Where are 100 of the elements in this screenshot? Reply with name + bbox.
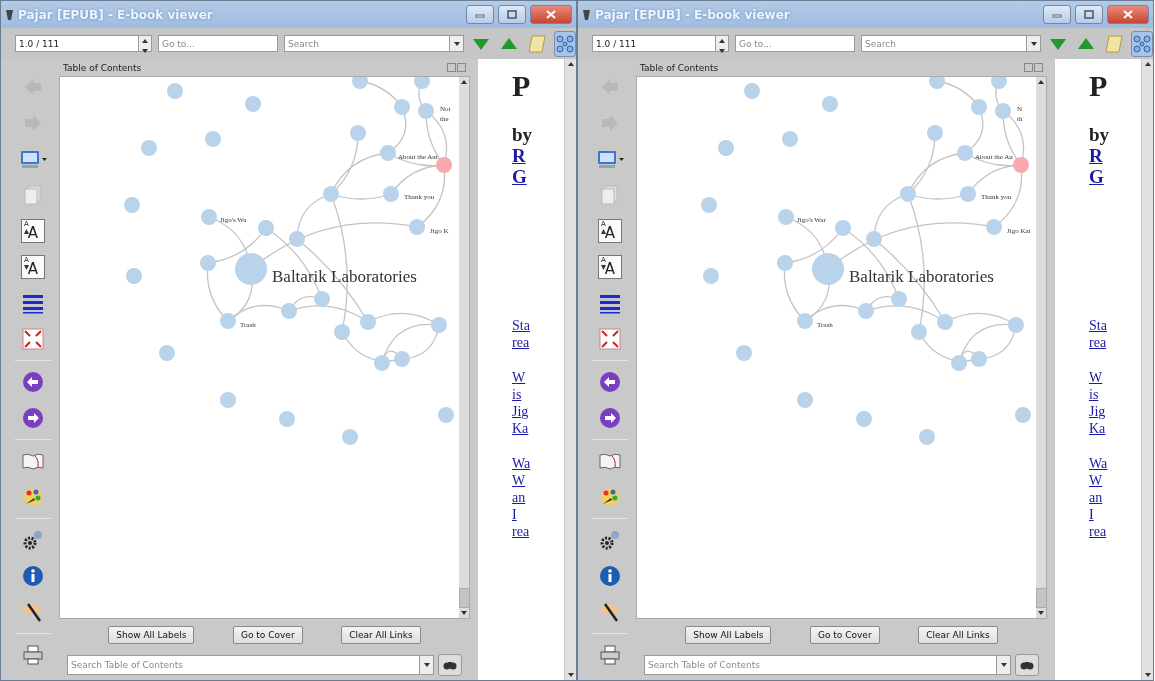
graph-node[interactable] — [281, 303, 297, 319]
graph-node[interactable] — [856, 411, 872, 427]
maximize-button[interactable] — [498, 5, 526, 24]
chapter-link[interactable]: Ka — [1089, 420, 1141, 437]
close-button[interactable] — [530, 5, 572, 24]
graph-node[interactable] — [995, 103, 1011, 119]
gears-button-icon[interactable] — [599, 529, 621, 551]
graph-node[interactable] — [971, 99, 987, 115]
graph-node[interactable] — [323, 186, 339, 202]
graph-node[interactable] — [937, 314, 953, 330]
graph-node[interactable] — [927, 125, 943, 141]
graph-node[interactable] — [418, 103, 434, 119]
chapter-link[interactable]: W — [1089, 472, 1141, 489]
graph-node[interactable] — [797, 313, 813, 329]
graph-node[interactable] — [960, 186, 976, 202]
info-button-icon[interactable] — [22, 565, 44, 587]
chapter-link[interactable]: rea — [512, 334, 564, 351]
chapter-link[interactable]: an — [512, 489, 564, 506]
tools-button-icon[interactable] — [599, 601, 621, 623]
graph-node[interactable] — [866, 231, 882, 247]
chapter-link[interactable]: W — [512, 369, 564, 386]
graph-node[interactable] — [141, 140, 157, 156]
lines-button-icon[interactable] — [599, 292, 621, 314]
graph-node[interactable] — [991, 77, 1007, 89]
go-to-field[interactable]: Go to... — [735, 35, 855, 52]
dropdown-button[interactable] — [420, 655, 434, 675]
graph-node[interactable] — [352, 77, 368, 89]
chapter-link[interactable]: is — [1089, 386, 1141, 403]
scrollbar[interactable] — [1036, 77, 1046, 618]
author-link[interactable]: R — [1089, 145, 1141, 166]
graph-node[interactable] — [200, 255, 216, 271]
pages-button-icon[interactable] — [599, 184, 621, 206]
previous-circle-button-icon[interactable] — [599, 371, 621, 393]
panel-button[interactable]: Show All Labels — [108, 625, 195, 644]
chapter-link[interactable]: an — [1089, 489, 1141, 506]
graph-node[interactable] — [1015, 407, 1031, 423]
graph-label[interactable]: Baltarik Laboratories — [849, 266, 994, 286]
author-link[interactable]: R — [512, 145, 564, 166]
chapter-link[interactable]: Jig — [1089, 403, 1141, 420]
close-button[interactable] — [1107, 5, 1149, 24]
chapter-link[interactable]: rea — [1089, 523, 1141, 540]
chapter-link[interactable]: Sta — [512, 317, 564, 334]
toc-search-field[interactable]: Search Table of Contents — [67, 655, 420, 675]
lines-button-icon[interactable] — [22, 292, 44, 314]
spin-buttons[interactable] — [716, 35, 729, 52]
panel-button[interactable]: Go to Cover — [810, 625, 880, 644]
tools-button-icon[interactable] — [22, 601, 44, 623]
graph-node[interactable] — [394, 351, 410, 367]
monitor-button-icon[interactable] — [596, 148, 624, 170]
chapter-link[interactable]: rea — [1089, 334, 1141, 351]
printer-button-icon[interactable] — [22, 644, 44, 666]
page-scrollbar[interactable] — [1141, 59, 1153, 680]
minimize-button[interactable] — [1043, 5, 1071, 24]
spin-buttons[interactable] — [139, 35, 152, 52]
graph-node[interactable] — [334, 324, 350, 340]
graph-node[interactable] — [124, 197, 140, 213]
toc-search-field[interactable]: Search Table of Contents — [644, 655, 997, 675]
gears-button-icon[interactable] — [22, 529, 44, 551]
info-button-icon[interactable] — [599, 565, 621, 587]
panel-button[interactable]: Clear All Links — [341, 625, 421, 644]
next-circle-button-icon[interactable] — [22, 407, 44, 429]
graph-node[interactable] — [911, 324, 927, 340]
close-panel-button[interactable] — [1034, 63, 1043, 72]
chapter-link[interactable]: is — [512, 386, 564, 403]
panel-button[interactable]: Go to Cover — [233, 625, 303, 644]
monitor-button-icon[interactable] — [19, 148, 47, 170]
graph-node[interactable] — [220, 392, 236, 408]
graph-node[interactable] — [951, 355, 967, 371]
graph-node[interactable] — [374, 355, 390, 371]
graph-node[interactable] — [438, 407, 454, 423]
previous-circle-button-icon[interactable] — [22, 371, 44, 393]
panel-button[interactable]: Show All Labels — [685, 625, 772, 644]
graph-node[interactable] — [778, 209, 794, 225]
page-scrollbar[interactable] — [564, 59, 576, 680]
chapter-link[interactable]: W — [512, 472, 564, 489]
printer-button-icon[interactable] — [599, 644, 621, 666]
graph-node[interactable] — [822, 96, 838, 112]
graph-node[interactable] — [431, 317, 447, 333]
graph-node[interactable] — [718, 140, 734, 156]
palette-button-icon[interactable] — [22, 486, 44, 508]
graph-node[interactable] — [858, 303, 874, 319]
graph-node[interactable] — [919, 429, 935, 445]
float-panel-button[interactable] — [1024, 63, 1033, 72]
graph-node[interactable] — [245, 96, 261, 112]
chapter-link[interactable]: Ka — [512, 420, 564, 437]
graph-node[interactable] — [929, 77, 945, 89]
panel-button[interactable]: Clear All Links — [918, 625, 998, 644]
graph-node[interactable] — [1008, 317, 1024, 333]
search-field[interactable]: Search — [861, 35, 1027, 52]
graph-node[interactable] — [159, 345, 175, 361]
palette-button-icon[interactable] — [599, 486, 621, 508]
graph-node[interactable] — [891, 291, 907, 307]
graph-node[interactable] — [986, 219, 1002, 235]
graph-node[interactable] — [380, 145, 396, 161]
fullscreen-button-icon[interactable] — [599, 328, 621, 350]
go-to-field[interactable]: Go to... — [158, 35, 278, 52]
chapter-link[interactable]: rea — [512, 523, 564, 540]
author-link[interactable]: G — [1089, 166, 1141, 187]
graph-node[interactable] — [957, 145, 973, 161]
graph-node[interactable] — [1013, 157, 1029, 173]
